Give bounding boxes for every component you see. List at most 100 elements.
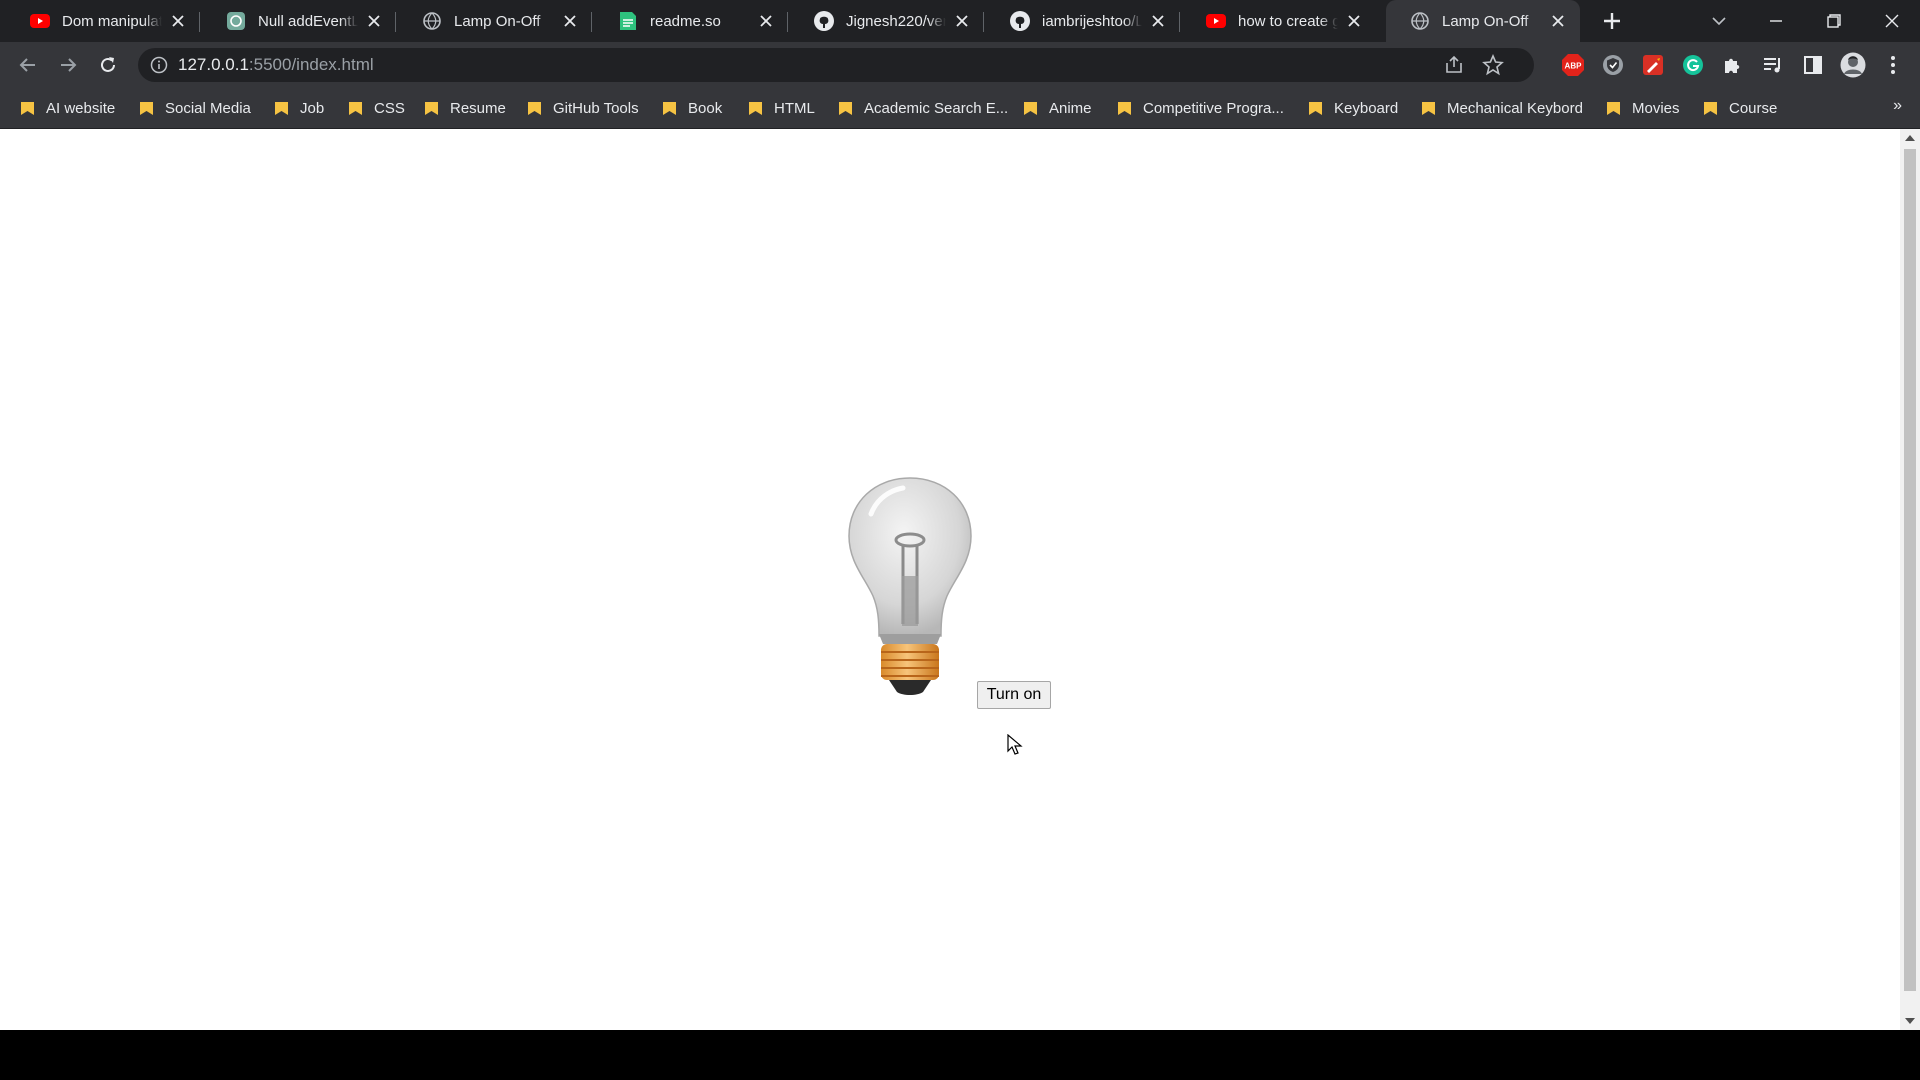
tab-title: Jignesh220/vendor <box>846 12 946 30</box>
bookmark-mechanical-keybord[interactable]: Mechanical Keybord <box>1421 96 1583 120</box>
tab-separator <box>395 12 396 32</box>
github-icon <box>814 11 834 31</box>
forward-icon[interactable] <box>54 51 82 79</box>
mouse-pointer-icon <box>1007 734 1023 755</box>
bookmark-competitive-programming[interactable]: Competitive Progra... <box>1117 96 1284 120</box>
adblock-icon[interactable]: ABP <box>1560 52 1586 78</box>
bookmark-job[interactable]: Job <box>274 96 324 120</box>
bookmark-label: Anime <box>1049 99 1092 117</box>
browser-toolbar: 127.0.0.1:5500/index.html ABP <box>0 42 1920 87</box>
bookmark-course[interactable]: Course <box>1703 96 1777 120</box>
tab-search-chevron-icon[interactable] <box>1708 10 1730 32</box>
bookmark-book[interactable]: Book <box>662 96 722 120</box>
url-text: 127.0.0.1:5500/index.html <box>178 55 374 75</box>
bookmark-academic-search[interactable]: Academic Search E... <box>838 96 1008 120</box>
bookmark-social-media[interactable]: Social Media <box>139 96 251 120</box>
puzzle-extensions-icon[interactable] <box>1720 52 1746 78</box>
vertical-scrollbar[interactable] <box>1900 129 1920 1030</box>
tab-github-iambrijeshtoo[interactable]: iambrijeshtoo/Lamp <box>986 0 1180 42</box>
back-icon[interactable] <box>14 51 42 79</box>
tab-how-to-create-gif[interactable]: how to create gif <box>1182 0 1376 42</box>
folder-icon <box>528 102 541 115</box>
bookmark-label: Movies <box>1632 99 1680 117</box>
tab-lamp-on-off-active[interactable]: Lamp On-Off <box>1386 0 1580 42</box>
share-icon[interactable] <box>1444 55 1464 75</box>
bookmark-label: GitHub Tools <box>553 99 639 117</box>
folder-icon <box>21 102 34 115</box>
scroll-up-arrow-icon[interactable] <box>1900 129 1920 147</box>
folder-icon <box>349 102 362 115</box>
shield-extension-icon[interactable] <box>1600 52 1626 78</box>
letterbox-bar <box>0 1030 1920 1080</box>
menu-kebab-icon[interactable] <box>1880 52 1906 78</box>
bookmark-css[interactable]: CSS <box>348 96 405 120</box>
bookmark-star-icon[interactable] <box>1482 53 1504 76</box>
tab-strip: Dom manipulation Null addEventListener L… <box>0 0 1920 42</box>
close-icon[interactable] <box>756 11 776 31</box>
bookmark-label: CSS <box>374 99 405 117</box>
bookmark-anime[interactable]: Anime <box>1023 96 1092 120</box>
tab-lamp-on-off[interactable]: Lamp On-Off <box>398 0 592 42</box>
new-tab-icon[interactable] <box>1600 9 1624 33</box>
tab-dom-manipulation[interactable]: Dom manipulation <box>6 0 200 42</box>
bookmark-label: Keyboard <box>1334 99 1399 117</box>
close-icon[interactable] <box>952 11 972 31</box>
svg-text:ABP: ABP <box>1565 62 1583 71</box>
bookmark-label: Resume <box>450 99 506 117</box>
bookmark-label: Social Media <box>165 99 251 117</box>
globe-icon <box>422 11 442 31</box>
media-queue-icon[interactable] <box>1760 52 1786 78</box>
tab-title: readme.so <box>650 12 721 30</box>
close-icon[interactable] <box>560 11 580 31</box>
bookmark-github-tools[interactable]: GitHub Tools <box>527 96 639 120</box>
close-icon[interactable] <box>1344 11 1364 31</box>
tab-title: iambrijeshtoo/Lamp <box>1042 12 1142 30</box>
github-icon <box>1010 11 1030 31</box>
tab-readme-so[interactable]: readme.so <box>594 0 788 42</box>
close-icon[interactable] <box>168 11 188 31</box>
folder-icon <box>140 102 153 115</box>
profile-avatar-icon[interactable] <box>1840 52 1866 78</box>
window-close-icon[interactable] <box>1864 0 1920 42</box>
tab-title: Dom manipulation <box>62 12 162 30</box>
turn-on-button[interactable]: Turn on <box>977 681 1051 709</box>
reload-icon[interactable] <box>94 51 122 79</box>
youtube-icon <box>30 11 50 31</box>
bookmark-label: Mechanical Keybord <box>1447 99 1583 117</box>
bookmark-label: Book <box>688 99 723 117</box>
close-icon[interactable] <box>364 11 384 31</box>
folder-icon <box>1118 102 1131 115</box>
folder-icon <box>663 102 676 115</box>
tab-title: Lamp On-Off <box>454 12 541 30</box>
scroll-down-arrow-icon[interactable] <box>1900 1012 1920 1030</box>
tab-github-jignesh[interactable]: Jignesh220/vendor <box>790 0 984 42</box>
close-icon[interactable] <box>1148 11 1168 31</box>
tab-separator <box>787 12 788 32</box>
restore-icon[interactable] <box>1806 0 1862 42</box>
url-path: :5500/index.html <box>248 55 374 74</box>
bookmarks-overflow-icon[interactable]: » <box>1893 97 1902 115</box>
tab-separator <box>983 12 984 32</box>
lightbulb-off-image <box>848 477 972 695</box>
folder-icon <box>425 102 438 115</box>
close-icon[interactable] <box>1548 11 1568 31</box>
address-bar[interactable]: 127.0.0.1:5500/index.html <box>138 48 1534 82</box>
site-info-icon[interactable] <box>150 56 168 74</box>
bookmark-movies[interactable]: Movies <box>1606 96 1680 120</box>
side-panel-icon[interactable] <box>1800 52 1826 78</box>
folder-icon <box>839 102 852 115</box>
folder-icon <box>1704 102 1717 115</box>
minimize-icon[interactable] <box>1748 0 1804 42</box>
bookmark-resume[interactable]: Resume <box>424 96 506 120</box>
tab-null-addeventlistener[interactable]: Null addEventListener <box>202 0 396 42</box>
grammarly-icon[interactable] <box>1680 52 1706 78</box>
bookmark-label: Academic Search E... <box>864 99 1009 117</box>
pen-extension-icon[interactable] <box>1640 52 1666 78</box>
globe-icon <box>1410 11 1430 31</box>
bookmark-keyboard[interactable]: Keyboard <box>1308 96 1398 120</box>
bookmark-label: Course <box>1729 99 1778 117</box>
bookmark-ai-website[interactable]: AI website <box>20 96 115 120</box>
scrollbar-thumb[interactable] <box>1904 149 1916 991</box>
bookmark-html[interactable]: HTML <box>748 96 815 120</box>
youtube-icon <box>1206 11 1226 31</box>
